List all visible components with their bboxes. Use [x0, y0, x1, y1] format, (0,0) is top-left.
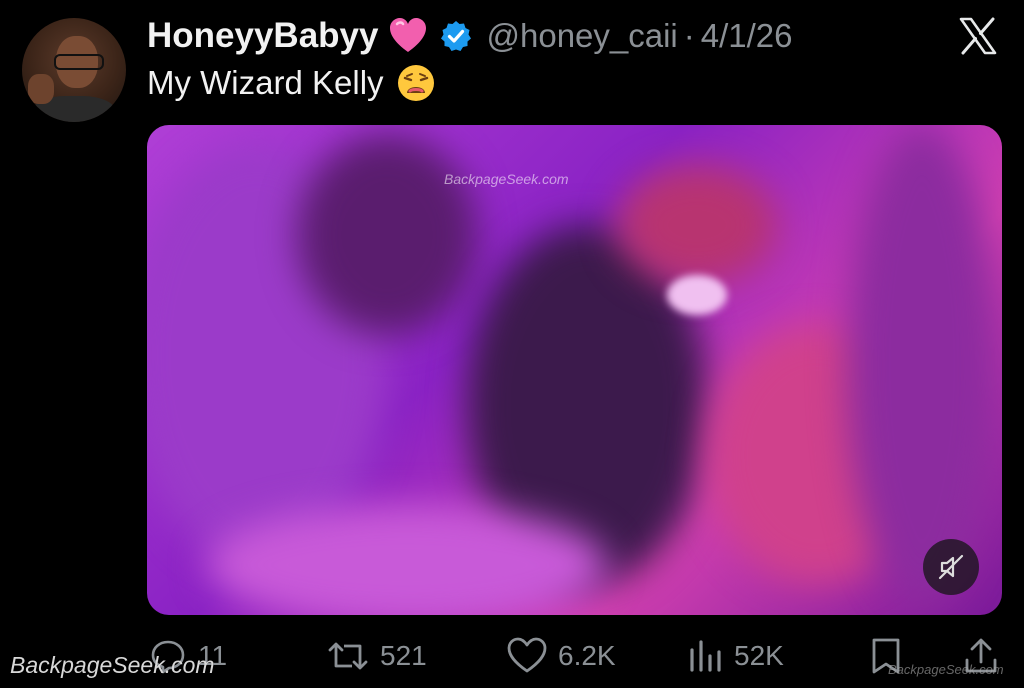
tweet-video[interactable]: BackpageSeek.com	[147, 125, 1002, 615]
watermark-bottom-right: BackpageSeek.com	[888, 662, 1004, 677]
display-name[interactable]: HoneyyBabyy	[147, 16, 378, 56]
avatar[interactable]	[22, 18, 126, 122]
views-count: 52K	[734, 640, 784, 671]
video-watermark: BackpageSeek.com	[444, 171, 569, 187]
watermark-bottom-left: BackpageSeek.com	[10, 652, 215, 678]
speaker-muted-icon	[938, 554, 964, 580]
x-logo-icon[interactable]	[958, 16, 998, 56]
weary-face-icon	[397, 65, 434, 101]
like-button[interactable]: 6.2K	[506, 633, 616, 679]
verified-badge-icon	[441, 21, 472, 51]
like-count: 6.2K	[558, 640, 616, 671]
repost-icon	[328, 642, 368, 670]
tweet-action-bar: 11 521 6.2K 52K	[148, 633, 1008, 679]
views-button[interactable]: 52K	[688, 633, 784, 679]
pink-heart-icon	[390, 18, 427, 52]
repost-button[interactable]: 521	[326, 633, 427, 679]
tweet-text-content: My Wizard Kelly	[147, 64, 384, 101]
separator-dot: ·	[683, 17, 695, 54]
mute-toggle-button[interactable]	[923, 539, 979, 595]
like-heart-icon	[507, 637, 547, 673]
user-handle[interactable]: @honey_caii	[486, 17, 677, 55]
avatar-glasses	[54, 54, 104, 70]
tweet-text: My Wizard Kelly	[147, 60, 436, 106]
repost-count: 521	[380, 640, 427, 671]
tweet-date[interactable]: 4/1/26	[701, 17, 793, 55]
tweet-header: HoneyyBabyy @honey_caii · 4/1/26	[147, 14, 793, 58]
views-chart-icon	[690, 640, 721, 672]
avatar-hand	[28, 74, 54, 104]
